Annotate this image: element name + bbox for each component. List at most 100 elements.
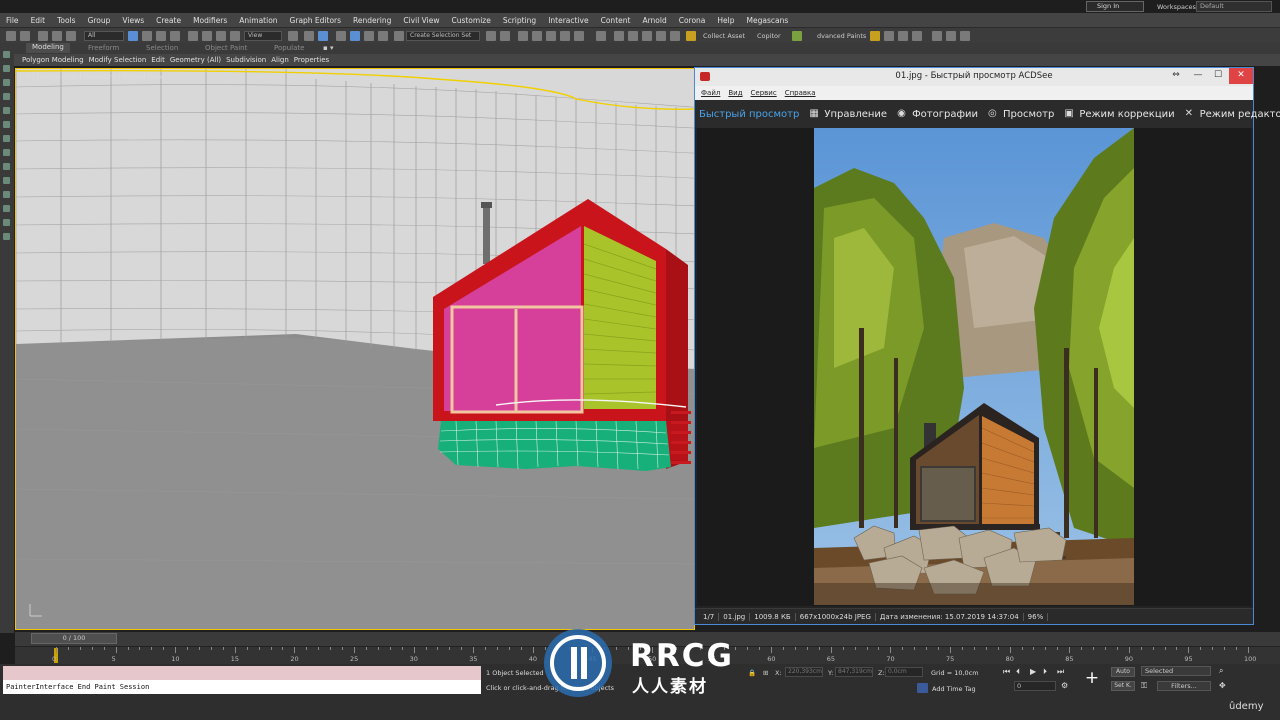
acdsee-fullscreen-icon[interactable]: ⇔ bbox=[1165, 68, 1187, 84]
tab-develop[interactable]: ▣ Режим коррекции bbox=[1060, 100, 1180, 128]
spinner-snap-icon[interactable] bbox=[378, 31, 388, 41]
menu-arnold[interactable]: Arnold bbox=[636, 16, 672, 25]
script-icon-3[interactable] bbox=[912, 31, 922, 41]
menu-group[interactable]: Group bbox=[82, 16, 117, 25]
key-filters-button[interactable]: Filters... bbox=[1157, 681, 1211, 691]
lock-selection-icon[interactable]: 🔒 bbox=[748, 669, 756, 677]
menu-views[interactable]: Views bbox=[116, 16, 150, 25]
ribbon-modify-selection[interactable]: Modify Selection bbox=[89, 56, 147, 64]
menu-rendering[interactable]: Rendering bbox=[347, 16, 397, 25]
extra-tool-icon-2[interactable] bbox=[946, 31, 956, 41]
tab-selection[interactable]: Selection bbox=[146, 44, 178, 52]
layer-explorer-icon[interactable] bbox=[532, 31, 542, 41]
tab-manage[interactable]: ▦ Управление bbox=[805, 100, 893, 128]
ribbon-subdivision[interactable]: Subdivision bbox=[226, 56, 266, 64]
selection-region-icon[interactable] bbox=[156, 31, 166, 41]
tool-icon-3[interactable] bbox=[3, 79, 10, 86]
ribbon-options-icon[interactable]: ▪ ▾ bbox=[323, 44, 333, 52]
acdsee-menu-tools[interactable]: Сервис bbox=[751, 89, 777, 97]
sign-in-dropdown[interactable]: Sign In bbox=[1086, 1, 1144, 12]
script-icon-2[interactable] bbox=[884, 31, 894, 41]
render-in-cloud-icon[interactable] bbox=[670, 31, 680, 41]
menu-graph-editors[interactable]: Graph Editors bbox=[284, 16, 348, 25]
next-frame-icon[interactable]: ⏵ bbox=[1043, 667, 1047, 677]
workspaces-dropdown[interactable]: Default bbox=[1196, 1, 1272, 12]
acdsee-menu-file[interactable]: Файл bbox=[701, 89, 720, 97]
window-crossing-icon[interactable] bbox=[170, 31, 180, 41]
menu-tools[interactable]: Tools bbox=[51, 16, 81, 25]
ribbon-geometry-all[interactable]: Geometry (All) bbox=[170, 56, 221, 64]
add-key-icon[interactable]: + bbox=[1082, 668, 1102, 688]
select-by-name-icon[interactable] bbox=[142, 31, 152, 41]
snaps-toggle-icon[interactable] bbox=[336, 31, 346, 41]
set-key-button[interactable]: Set K. bbox=[1111, 681, 1135, 691]
key-mode-icon[interactable]: ⚿ bbox=[1141, 681, 1147, 691]
selection-filter-dropdown[interactable]: All bbox=[84, 31, 124, 41]
warning-icon[interactable] bbox=[686, 31, 696, 41]
tool-icon-14[interactable] bbox=[3, 233, 10, 240]
time-slider-thumb[interactable]: 0 / 100 bbox=[31, 633, 117, 644]
minimize-icon[interactable]: — bbox=[1187, 68, 1209, 84]
rendered-frame-window-icon[interactable] bbox=[628, 31, 638, 41]
go-to-end-icon[interactable]: ⏭ bbox=[1057, 667, 1064, 677]
scale-icon[interactable] bbox=[216, 31, 226, 41]
add-time-tag[interactable]: Add Time Tag bbox=[932, 685, 976, 693]
time-configuration-icon[interactable]: ⚙ bbox=[1061, 681, 1068, 690]
menu-interactive[interactable]: Interactive bbox=[542, 16, 594, 25]
tool-icon-4[interactable] bbox=[3, 93, 10, 100]
tab-freeform[interactable]: Freeform bbox=[88, 44, 119, 52]
menu-create[interactable]: Create bbox=[150, 16, 187, 25]
reference-coordinate-dropdown[interactable]: View bbox=[244, 31, 282, 41]
tool-icon-9[interactable] bbox=[3, 163, 10, 170]
redo-icon[interactable] bbox=[20, 31, 30, 41]
named-selection-dropdown[interactable]: Create Selection Set bbox=[406, 31, 480, 41]
tool-icon-2[interactable] bbox=[3, 65, 10, 72]
unlink-icon[interactable] bbox=[52, 31, 62, 41]
auto-key-button[interactable]: Auto bbox=[1111, 667, 1135, 677]
absolute-mode-icon[interactable]: ⊞ bbox=[763, 669, 768, 677]
menu-civil-view[interactable]: Civil View bbox=[397, 16, 445, 25]
acdsee-menu-help[interactable]: Справка bbox=[785, 89, 816, 97]
key-filter-dropdown[interactable]: Selected bbox=[1141, 666, 1211, 676]
y-coordinate-field[interactable]: 847,319cm bbox=[835, 667, 873, 677]
tool-icon-11[interactable] bbox=[3, 191, 10, 198]
menu-customize[interactable]: Customize bbox=[445, 16, 496, 25]
tool-icon-6[interactable] bbox=[3, 121, 10, 128]
z-coordinate-field[interactable]: 0,0cm bbox=[885, 667, 923, 677]
tab-modeling[interactable]: Modeling bbox=[26, 43, 70, 53]
menu-content[interactable]: Content bbox=[595, 16, 637, 25]
perspective-viewport[interactable]: [ + ] [Perspective ] [Standard ] [Edged … bbox=[15, 68, 695, 630]
checkmark-icon[interactable] bbox=[792, 31, 802, 41]
angle-snap-icon[interactable] bbox=[350, 31, 360, 41]
tool-icon-5[interactable] bbox=[3, 107, 10, 114]
tab-object-paint[interactable]: Object Paint bbox=[205, 44, 247, 52]
align-icon[interactable] bbox=[500, 31, 510, 41]
menu-animation[interactable]: Animation bbox=[233, 16, 283, 25]
menu-megascans[interactable]: Megascans bbox=[741, 16, 795, 25]
viewport-label[interactable]: [ + ] [Perspective ] [Standard ] [Edged … bbox=[20, 73, 170, 81]
menu-modifiers[interactable]: Modifiers bbox=[187, 16, 233, 25]
extra-tool-icon-3[interactable] bbox=[960, 31, 970, 41]
status-zoom[interactable]: 96% bbox=[1024, 612, 1049, 621]
percent-snap-icon[interactable] bbox=[364, 31, 374, 41]
link-icon[interactable] bbox=[38, 31, 48, 41]
pivot-icon[interactable] bbox=[288, 31, 298, 41]
menu-scripting[interactable]: Scripting bbox=[497, 16, 542, 25]
ribbon-polygon-modeling[interactable]: Polygon Modeling bbox=[22, 56, 84, 64]
extra-tool-icon-1[interactable] bbox=[932, 31, 942, 41]
maximize-icon[interactable]: ☐ bbox=[1207, 68, 1229, 84]
select-object-icon[interactable] bbox=[128, 31, 138, 41]
tab-populate[interactable]: Populate bbox=[274, 44, 304, 52]
rotate-icon[interactable] bbox=[202, 31, 212, 41]
previous-frame-icon[interactable]: ⏴ bbox=[1016, 667, 1020, 677]
schematic-view-icon[interactable] bbox=[574, 31, 584, 41]
render-setup-icon[interactable] bbox=[614, 31, 624, 41]
tab-photos[interactable]: ◉ Фотографии bbox=[893, 100, 984, 128]
menu-edit[interactable]: Edit bbox=[25, 16, 52, 25]
keyboard-shortcut-override-icon[interactable] bbox=[318, 31, 328, 41]
maxscript-listener-output[interactable]: PainterInterface End Paint Session bbox=[3, 680, 481, 694]
close-icon[interactable]: ✕ bbox=[1229, 68, 1253, 84]
edit-named-selection-icon[interactable] bbox=[394, 31, 404, 41]
current-frame-field[interactable]: 0 bbox=[1014, 681, 1056, 691]
menu-help[interactable]: Help bbox=[711, 16, 740, 25]
